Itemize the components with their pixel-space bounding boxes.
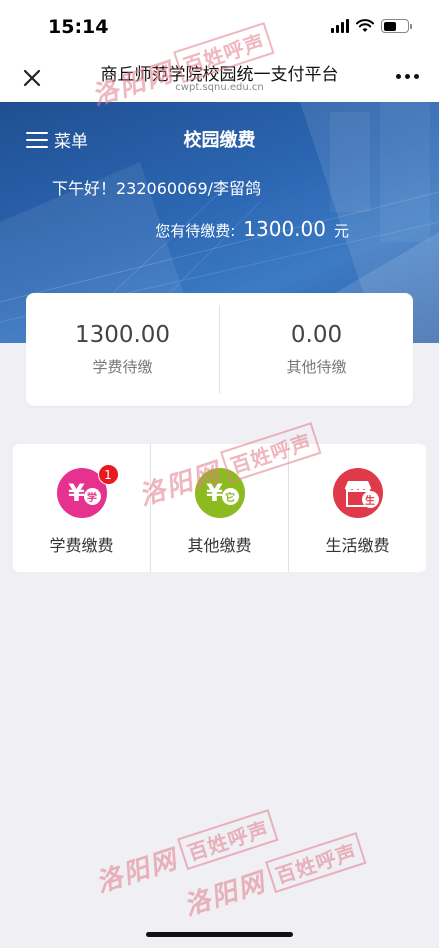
other-yen-icon: ¥ 它 — [194, 468, 245, 518]
status-bar: 15:14 — [0, 0, 439, 56]
browser-nav-bar: 商丘师范学院校园统一支付平台 cwpt.sqnu.edu.cn — [0, 56, 439, 102]
wifi-icon — [356, 19, 374, 32]
greeting-text: 下午好！232060069/李留鸽 — [52, 179, 262, 198]
cellular-signal-icon — [331, 19, 349, 33]
watermark: 洛阳网 百姓呼声 — [179, 830, 367, 923]
status-time: 15:14 — [48, 16, 109, 38]
more-options-icon[interactable] — [396, 74, 419, 79]
close-icon[interactable] — [20, 66, 44, 90]
payment-categories: ¥ 学 1 学费缴费 ¥ 它 其他缴费 生 生活缴费 — [13, 444, 426, 572]
pending-amount: 1300.00 — [243, 217, 326, 241]
tuition-payment-label: 学费缴费 — [49, 536, 114, 555]
tuition-pending-summary[interactable]: 1300.00 学费待缴 — [26, 293, 219, 406]
banner-title: 校园缴费 — [183, 130, 256, 151]
other-pending-summary[interactable]: 0.00 其他待缴 — [220, 293, 413, 406]
page-url: cwpt.sqnu.edu.cn — [175, 82, 264, 93]
other-payment-button[interactable]: ¥ 它 其他缴费 — [151, 444, 288, 572]
unread-badge: 1 — [97, 464, 119, 485]
other-pending-label: 其他待缴 — [286, 358, 347, 376]
tuition-yen-icon: ¥ 学 1 — [56, 464, 119, 518]
battery-icon — [381, 19, 412, 33]
pending-unit: 元 — [333, 222, 349, 240]
tuition-pending-value: 1300.00 — [74, 322, 171, 348]
pending-summary-card: 1300.00 学费待缴 0.00 其他待缴 — [26, 293, 413, 406]
other-pending-value: 0.00 — [290, 322, 343, 348]
life-shop-icon: 生 — [332, 468, 383, 518]
tuition-payment-button[interactable]: ¥ 学 1 学费缴费 — [13, 444, 150, 572]
pending-label: 您有待缴费: — [155, 222, 236, 240]
other-payment-label: 其他缴费 — [187, 536, 252, 555]
life-payment-label: 生活缴费 — [325, 536, 390, 555]
home-indicator — [146, 932, 293, 937]
watermark: 洛阳网 百姓呼声 — [91, 807, 279, 900]
life-payment-button[interactable]: 生 生活缴费 — [289, 444, 426, 572]
status-icons — [331, 19, 412, 33]
pending-payment-line: 您有待缴费: 1300.00 元 — [155, 217, 349, 241]
tuition-pending-label: 学费待缴 — [92, 358, 153, 376]
